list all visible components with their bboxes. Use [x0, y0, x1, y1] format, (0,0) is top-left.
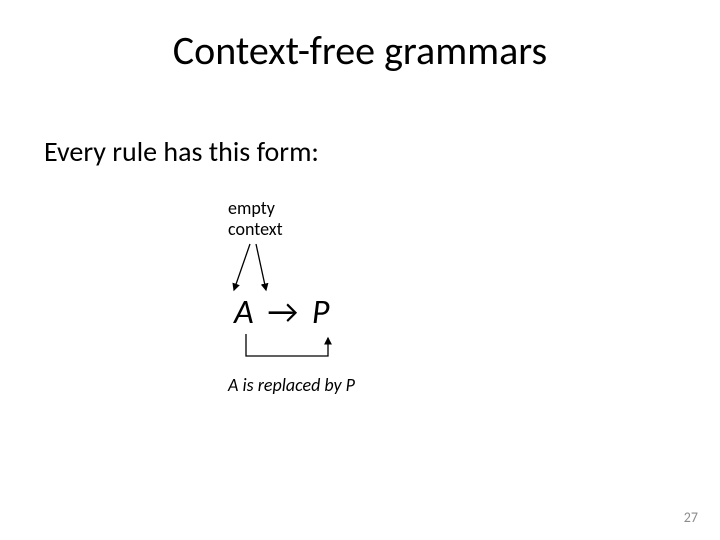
slide-title: Context-free grammars: [0, 26, 720, 75]
formula-lhs: A: [234, 292, 254, 333]
formula-arrow: →: [261, 292, 304, 333]
body-text: Every rule has this form:: [44, 134, 319, 169]
replace-bracket: [234, 332, 354, 372]
rule-formula: A → P: [234, 292, 329, 333]
empty-context-line2: context: [228, 218, 283, 240]
empty-context-arrows: [228, 242, 288, 296]
empty-context-line1: empty: [228, 197, 275, 219]
empty-context-label: empty context: [228, 198, 283, 239]
replace-caption: A is replaced by P: [228, 374, 355, 396]
formula-rhs: P: [312, 292, 330, 333]
page-number: 27: [684, 509, 698, 526]
rule-diagram: empty context A → P A is replaced by P: [228, 198, 488, 398]
